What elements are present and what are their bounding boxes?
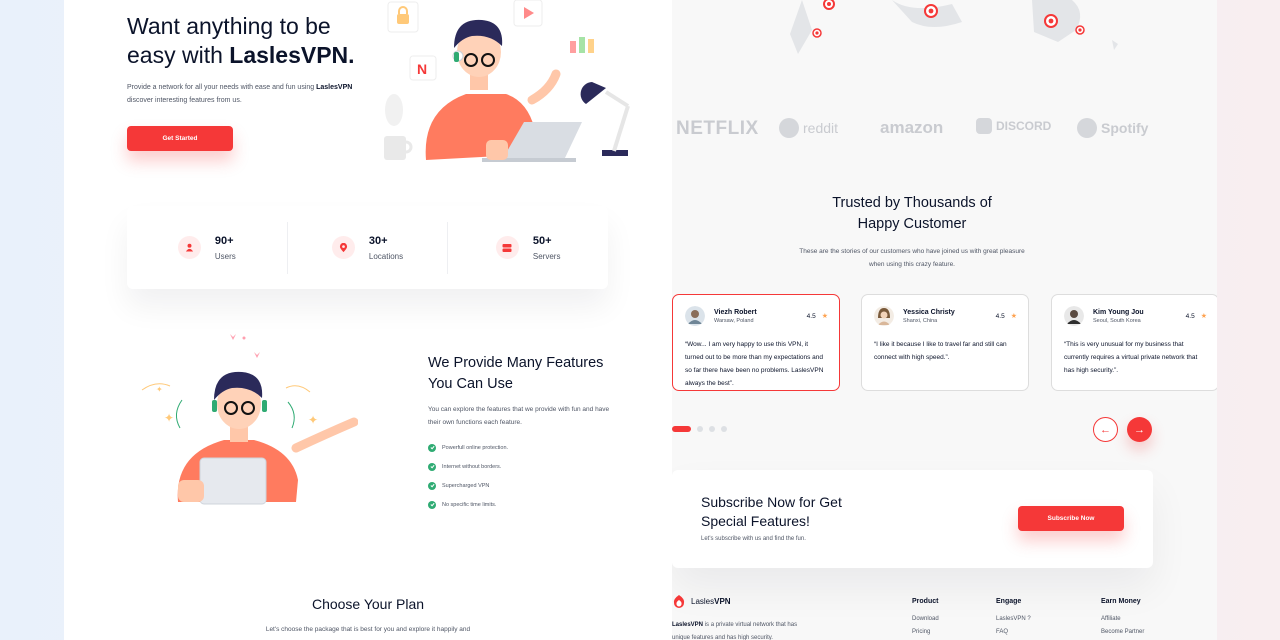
- rating: 4.5 ★: [995, 312, 1017, 321]
- stat-locations: 30+ Locations: [286, 221, 448, 274]
- features-list: Powerfull online protection. Internet wi…: [428, 438, 508, 514]
- svg-text:N: N: [417, 61, 427, 77]
- footer-link[interactable]: Pricing: [912, 629, 939, 640]
- stat-value: 50+: [532, 234, 552, 247]
- testimonial-text: “Wow... I am very happy to use this VPN,…: [685, 341, 824, 387]
- hero-description: Provide a network for all your needs wit…: [127, 84, 353, 104]
- testimonial-location: Seoul, South Korea: [1093, 317, 1141, 324]
- arrow-right-icon: →: [1134, 423, 1145, 436]
- list-item: Supercharged VPN: [428, 476, 508, 495]
- testimonial-card[interactable]: Yessica Christy Shanxi, China 4.5 ★ “I li…: [861, 294, 1029, 391]
- footer-link[interactable]: Become Partner: [1101, 629, 1144, 640]
- discord-logo: DISCORD: [976, 118, 1051, 134]
- rating: 4.5 ★: [1185, 312, 1207, 321]
- rating: 4.5 ★: [806, 312, 828, 321]
- testimonial-card[interactable]: Kim Young Jou Seoul, South Korea 4.5 ★ “T…: [1051, 294, 1217, 391]
- star-icon: ★: [1010, 313, 1017, 320]
- stat-servers: 50+ Servers: [447, 221, 608, 274]
- logo-icon: [673, 595, 685, 608]
- stat-value: 90+: [214, 234, 234, 247]
- hero-illustration: N: [384, 0, 630, 162]
- star-icon: ★: [821, 313, 828, 320]
- reddit-icon: [779, 118, 799, 138]
- footer-column-product: Product Download Pricing: [912, 598, 939, 640]
- list-item: Powerfull online protection.: [428, 438, 508, 457]
- footer-description: LaslesVPN is a private virtual network t…: [672, 622, 798, 640]
- svg-text:✦: ✦: [156, 385, 163, 394]
- spotify-logo: Spotify: [1077, 118, 1148, 138]
- testimonial-text: “This is very unusual for my business th…: [1064, 341, 1198, 374]
- avatar: [874, 306, 894, 326]
- spotify-icon: [1077, 118, 1097, 138]
- check-icon: [428, 443, 436, 452]
- stat-label: Servers: [532, 251, 561, 261]
- discord-icon: [976, 118, 992, 134]
- avatar: [1064, 306, 1084, 326]
- svg-text:✦: ✦: [308, 413, 318, 427]
- amazon-logo: amazon: [880, 118, 944, 137]
- svg-text:✦: ✦: [164, 411, 174, 425]
- subscribe-description: Let's subscribe with us and find the fun…: [701, 536, 806, 542]
- testimonials-description: These are the stories of our customers w…: [799, 248, 1025, 268]
- footer-column-title: Earn Money: [1101, 598, 1141, 605]
- footer-column-engage: Engage LaslesVPN ? FAQ: [996, 598, 1031, 640]
- carousel-dot[interactable]: [672, 426, 691, 432]
- stat-label: Locations: [368, 251, 404, 261]
- partner-logos: NETFLIX reddit amazon DISCORD Spotify: [676, 114, 1217, 142]
- testimonial-name: Viezh Robert: [714, 308, 757, 316]
- features-illustration: ✦ ✦ ✦: [141, 334, 358, 505]
- testimonial-location: Shanxi, China: [903, 317, 938, 324]
- location-pin-icon: [331, 236, 355, 259]
- world-map: [790, 0, 1118, 54]
- list-item: Internet without borders.: [428, 457, 508, 476]
- testimonial-card[interactable]: Viezh Robert Warsaw, Poland 4.5 ★ “Wow...…: [672, 294, 840, 391]
- subscribe-box: Subscribe Now for Get Special Features! …: [672, 470, 1153, 568]
- carousel-next-button[interactable]: →: [1127, 417, 1152, 442]
- carousel-prev-button[interactable]: ←: [1093, 417, 1118, 442]
- hero-title: Want anything to be easy with LaslesVPN.: [127, 13, 355, 68]
- check-icon: [428, 481, 436, 490]
- landing-right-panel: NETFLIX reddit amazon DISCORD Spotify Tr…: [672, 0, 1217, 640]
- get-started-button[interactable]: Get Started: [127, 126, 233, 151]
- subscribe-button[interactable]: Subscribe Now: [1018, 506, 1124, 531]
- server-icon: [495, 236, 519, 259]
- carousel-pagination: [672, 426, 727, 432]
- netflix-logo: NETFLIX: [676, 118, 759, 139]
- check-icon: [428, 462, 436, 471]
- stats-card: 90+ Users 30+ Locations 50+ Servers: [127, 206, 608, 289]
- carousel-dot[interactable]: [697, 426, 703, 432]
- testimonials-title: Trusted by Thousands of Happy Customer: [832, 195, 992, 232]
- list-item: No specific time limits.: [428, 495, 508, 514]
- testimonial-name: Yessica Christy: [903, 308, 955, 316]
- star-icon: ★: [1200, 313, 1207, 320]
- footer-link[interactable]: FAQ: [996, 629, 1031, 640]
- footer-link[interactable]: LaslesVPN ?: [996, 616, 1031, 629]
- stat-value: 30+: [368, 234, 388, 247]
- subscribe-title: Subscribe Now for Get Special Features!: [701, 494, 842, 529]
- user-icon: [177, 236, 201, 259]
- testimonial-name: Kim Young Jou: [1093, 308, 1144, 316]
- stat-label: Users: [214, 251, 236, 261]
- landing-left-panel: Want anything to be easy with LaslesVPN.…: [64, 0, 672, 640]
- arrow-left-icon: ←: [1100, 423, 1111, 436]
- footer-link[interactable]: Affiliate: [1101, 616, 1144, 629]
- carousel-dot[interactable]: [721, 426, 727, 432]
- footer-column-title: Product: [912, 598, 939, 605]
- stat-users: 90+ Users: [127, 222, 287, 274]
- footer-link[interactable]: Download: [912, 616, 939, 629]
- plan-description: Let's choose the package that is best fo…: [265, 626, 471, 633]
- avatar: [685, 306, 705, 326]
- footer-logo[interactable]: LaslesVPN: [672, 594, 731, 608]
- testimonial-location: Warsaw, Poland: [714, 317, 754, 324]
- plan-title: Choose Your Plan: [311, 596, 425, 612]
- footer-column-earn-money: Earn Money Affiliate Become Partner: [1101, 598, 1144, 640]
- features-title: We Provide Many Features You Can Use: [428, 355, 604, 392]
- check-icon: [428, 500, 436, 509]
- features-description: You can explore the features that we pro…: [428, 406, 610, 426]
- carousel-dot[interactable]: [709, 426, 715, 432]
- footer-column-title: Engage: [996, 598, 1022, 605]
- testimonial-text: “I like it because I like to travel far …: [874, 341, 1007, 361]
- reddit-logo: reddit: [779, 118, 838, 138]
